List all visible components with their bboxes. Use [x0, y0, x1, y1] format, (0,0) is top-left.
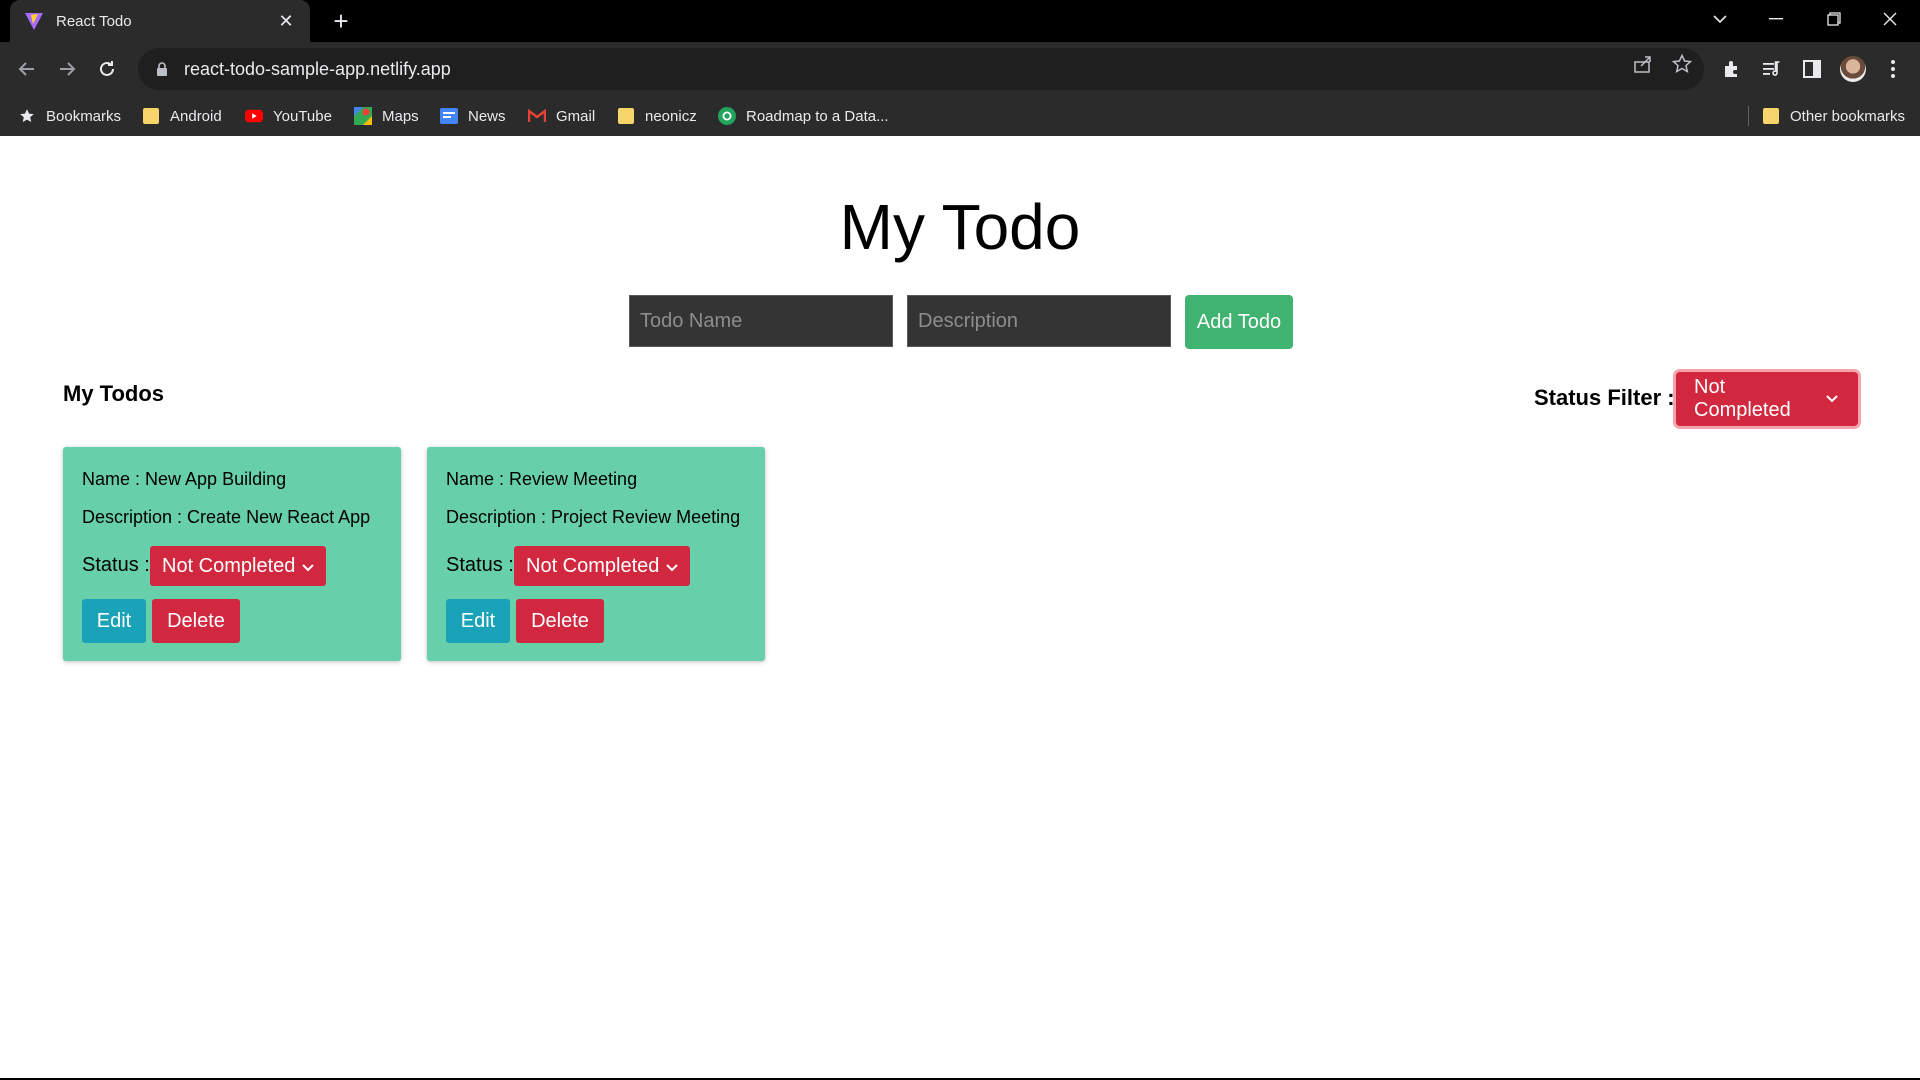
- bookmark-neonicz[interactable]: neonicz: [617, 96, 697, 136]
- star-icon: [18, 107, 36, 125]
- vite-logo-icon: [25, 13, 43, 30]
- share-icon[interactable]: [1631, 52, 1655, 76]
- bookmark-news[interactable]: News: [440, 96, 506, 136]
- section-title: My Todos: [63, 381, 165, 406]
- bookmarks-divider: [1748, 106, 1749, 126]
- bookmark-android[interactable]: Android: [142, 96, 222, 136]
- extensions-icon[interactable]: [1717, 54, 1747, 84]
- todo-status-label: Status :: [446, 554, 514, 576]
- description-input[interactable]: [907, 295, 1171, 347]
- restore-icon[interactable]: [1806, 0, 1862, 38]
- menu-kebab-icon[interactable]: [1878, 54, 1908, 84]
- add-todo-form: Add Todo: [629, 295, 1293, 349]
- bookmark-other[interactable]: Other bookmarks: [1762, 96, 1905, 136]
- edit-button[interactable]: Edit: [82, 599, 146, 643]
- tab-title: React Todo: [56, 12, 132, 30]
- page-title: My Todo: [839, 191, 1081, 263]
- todo-description: Description : Project Review Meeting: [446, 507, 741, 527]
- reload-icon[interactable]: [92, 54, 122, 84]
- address-bar[interactable]: react-todo-sample-app.netlify.app: [138, 48, 1704, 90]
- bookmark-bookmarks[interactable]: Bookmarks: [18, 96, 121, 136]
- todo-card: Name : Review Meeting Description : Proj…: [427, 447, 765, 661]
- folder-icon: [617, 107, 635, 125]
- status-filter-label: Status Filter :: [1534, 385, 1675, 410]
- back-icon[interactable]: [12, 54, 42, 84]
- new-tab-button[interactable]: +: [326, 6, 356, 36]
- forward-icon[interactable]: [52, 54, 82, 84]
- tab-search-icon[interactable]: [1692, 0, 1748, 38]
- news-icon: [440, 107, 458, 125]
- roadmap-icon: [718, 107, 736, 125]
- browser-tab[interactable]: React Todo ✕: [10, 0, 310, 42]
- browser-titlebar: React Todo ✕ +: [0, 0, 1920, 42]
- add-todo-button[interactable]: Add Todo: [1185, 295, 1293, 349]
- gmail-icon: [528, 107, 546, 125]
- todo-name: Name : Review Meeting: [446, 469, 638, 489]
- youtube-icon: [245, 107, 263, 125]
- bookmark-youtube[interactable]: YouTube: [245, 96, 332, 136]
- close-window-icon[interactable]: [1862, 0, 1918, 38]
- bookmark-gmail[interactable]: Gmail: [528, 96, 595, 136]
- folder-icon: [1762, 107, 1780, 125]
- media-control-icon[interactable]: [1757, 54, 1787, 84]
- bookmark-maps[interactable]: Maps: [354, 96, 419, 136]
- side-panel-icon[interactable]: [1797, 54, 1827, 84]
- todo-card: Name : New App Building Description : Cr…: [63, 447, 401, 661]
- maps-icon: [354, 107, 372, 125]
- minimize-icon[interactable]: [1748, 0, 1804, 38]
- status-filter-select[interactable]: Not Completed: [1676, 372, 1858, 426]
- todo-status-select[interactable]: Not Completed: [514, 546, 690, 586]
- page-content: My Todo Add Todo My Todos Status Filter …: [0, 136, 1920, 1078]
- todo-status-select[interactable]: Not Completed: [150, 546, 326, 586]
- url-text: react-todo-sample-app.netlify.app: [184, 58, 451, 79]
- bookmarks-bar: Bookmarks Android YouTube Maps News Gmai…: [0, 96, 1920, 136]
- chevron-down-icon: [666, 555, 678, 578]
- todo-description: Description : Create New React App: [82, 507, 371, 527]
- todo-name-input[interactable]: [629, 295, 893, 347]
- tab-close-icon[interactable]: ✕: [276, 11, 296, 32]
- todo-name: Name : New App Building: [82, 469, 287, 489]
- chevron-down-icon: [302, 555, 314, 578]
- todo-status-label: Status :: [82, 554, 150, 576]
- browser-toolbar: react-todo-sample-app.netlify.app: [0, 42, 1920, 96]
- bookmark-star-icon[interactable]: [1670, 52, 1694, 76]
- delete-button[interactable]: Delete: [152, 599, 240, 643]
- lock-icon: [157, 62, 167, 76]
- folder-icon: [142, 107, 160, 125]
- chevron-down-icon: [1826, 395, 1840, 403]
- profile-avatar[interactable]: [1838, 54, 1868, 84]
- delete-button[interactable]: Delete: [516, 599, 604, 643]
- bookmark-roadmap[interactable]: Roadmap to a Data...: [718, 96, 889, 136]
- edit-button[interactable]: Edit: [446, 599, 510, 643]
